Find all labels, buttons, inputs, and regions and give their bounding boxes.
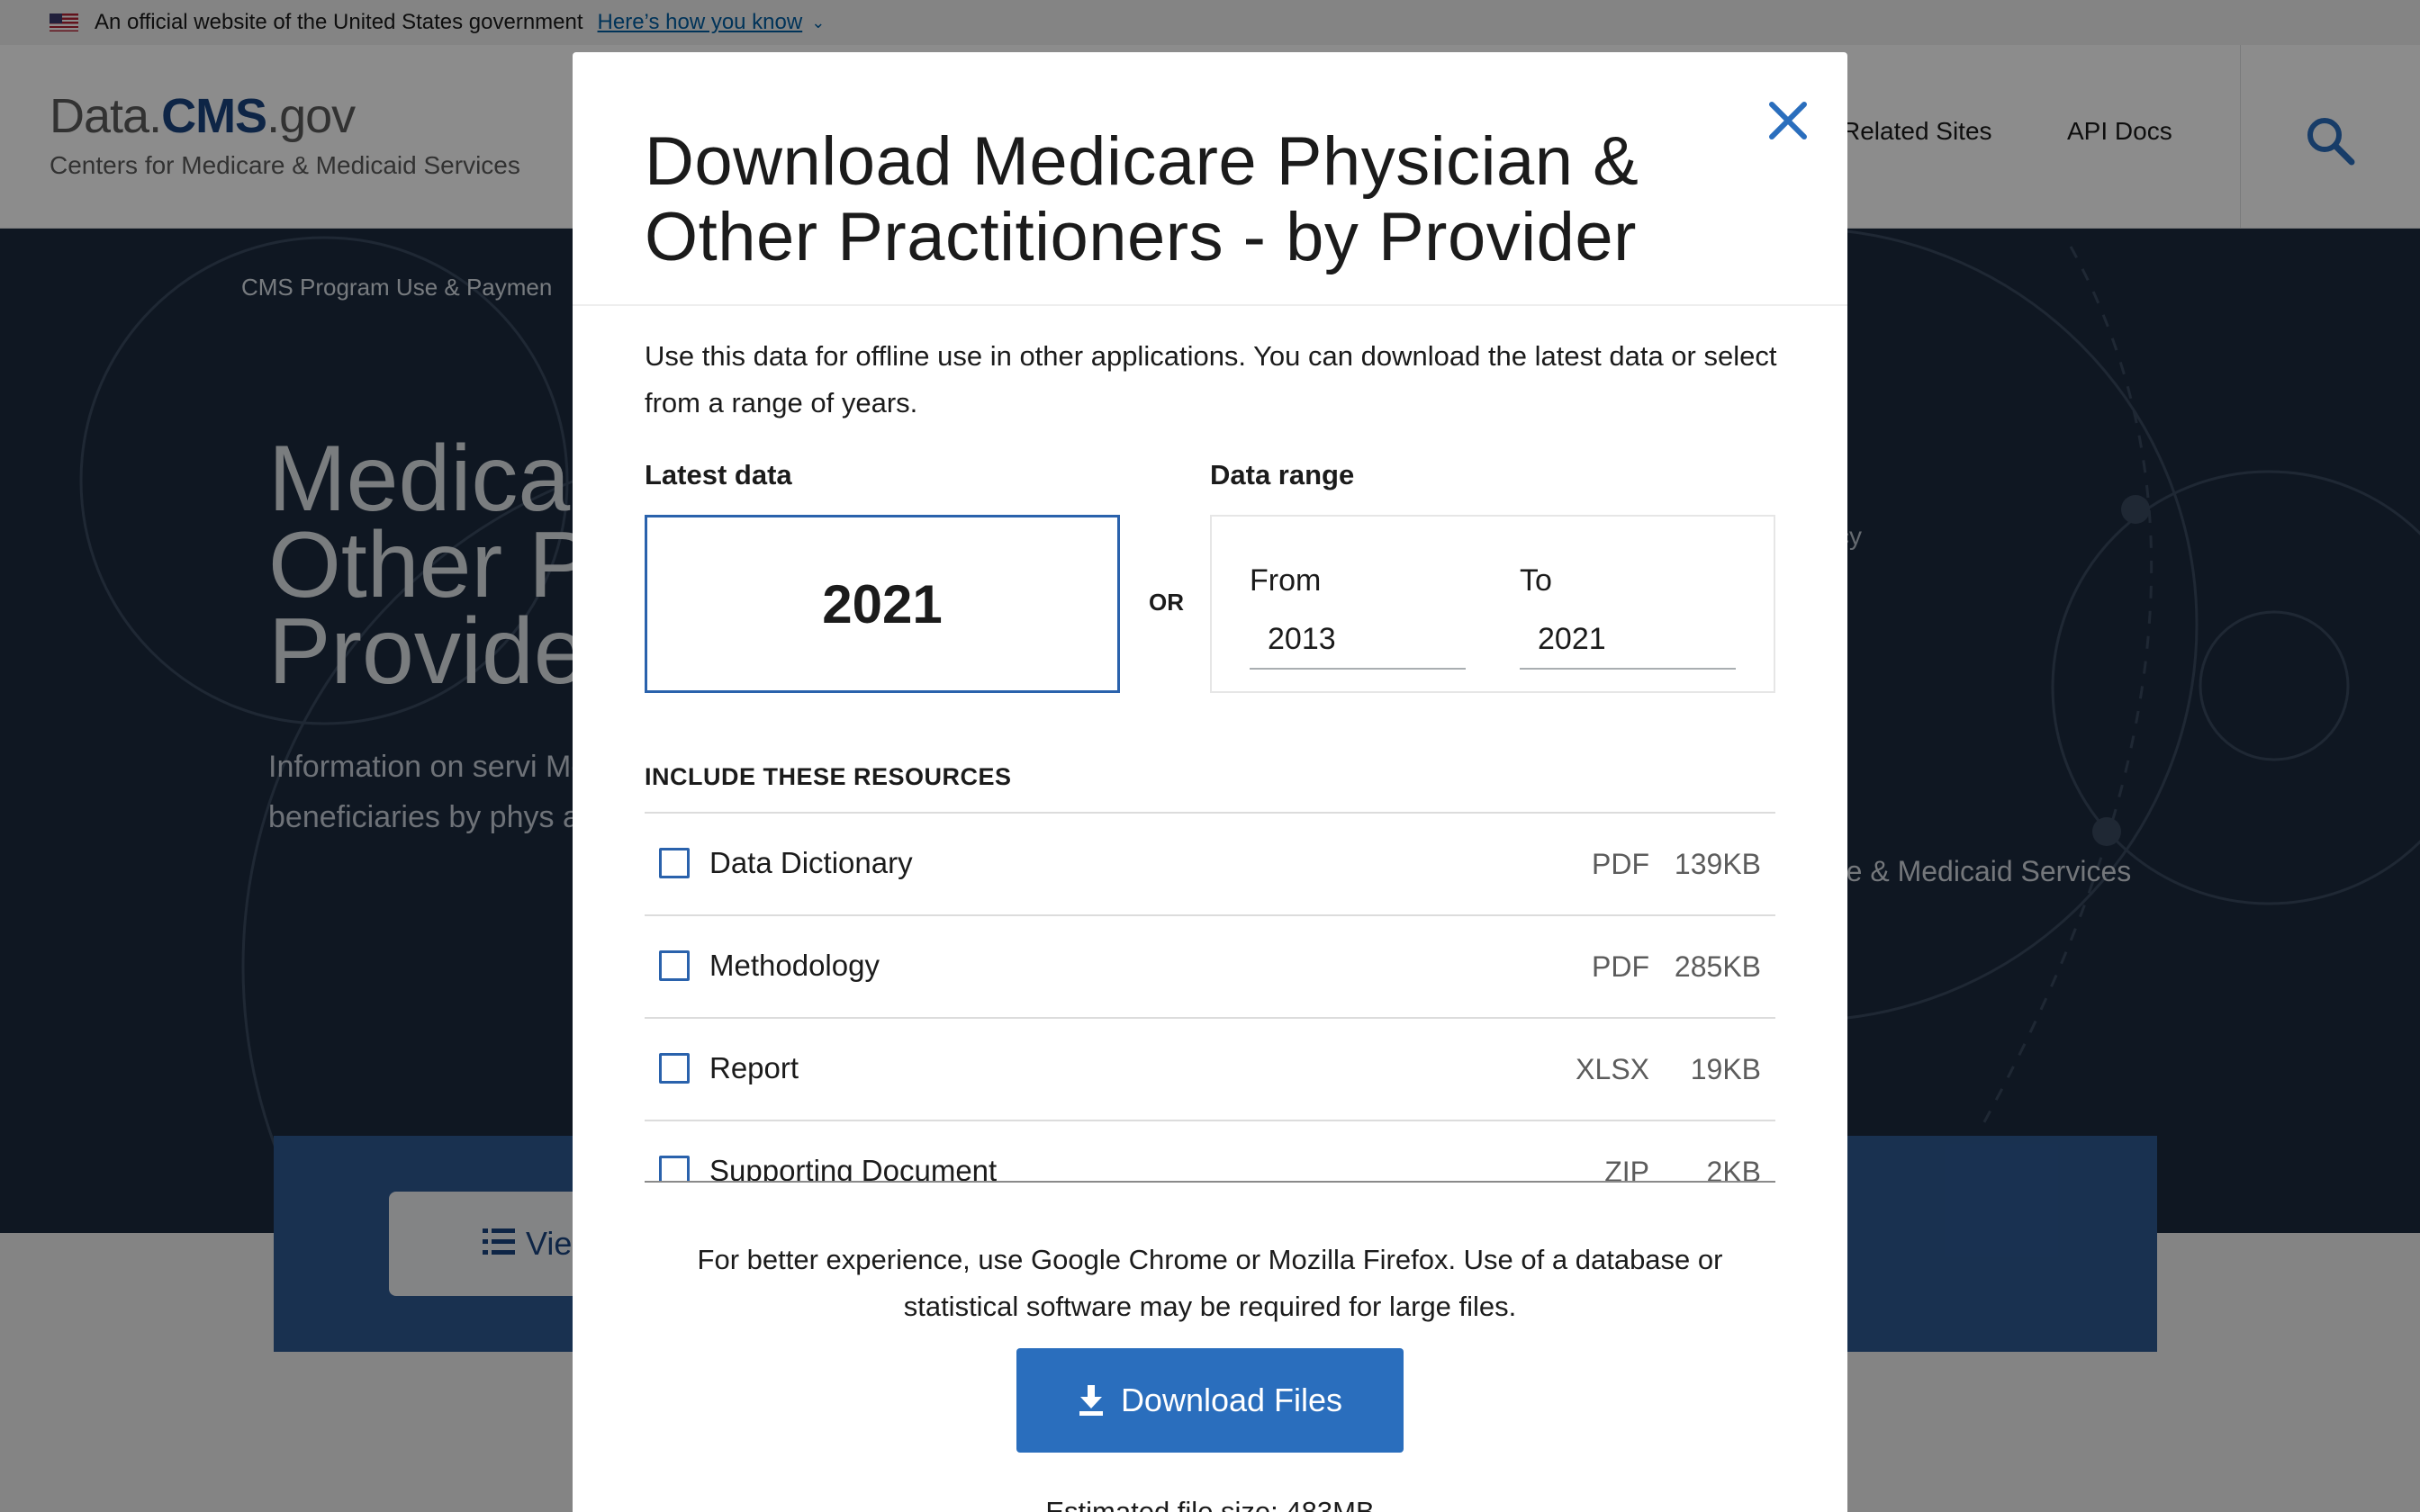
data-range-box: From To — [1210, 515, 1775, 693]
estimated-file-size: Estimated file size: 483MB — [1045, 1496, 1375, 1512]
from-label: From — [1250, 563, 1322, 598]
resource-type: XLSX — [1576, 1053, 1649, 1085]
resources-list[interactable]: Data Dictionary PDF 139KB Methodology PD… — [645, 812, 1775, 1183]
resource-row: Report XLSX 19KB — [645, 1019, 1775, 1121]
resources-heading: INCLUDE THESE RESOURCES — [645, 763, 1012, 790]
resource-checkbox[interactable] — [659, 1053, 690, 1084]
resource-type: PDF — [1592, 950, 1649, 983]
or-separator: OR — [1149, 589, 1184, 616]
resource-checkbox[interactable] — [659, 848, 690, 878]
resource-name: Methodology — [709, 949, 880, 982]
latest-data-label: Latest data — [645, 459, 792, 490]
resource-type: PDF — [1592, 848, 1649, 880]
resource-name: Supporting Document — [709, 1154, 998, 1183]
resource-row: Supporting Document ZIP 2KB — [645, 1121, 1775, 1183]
resource-row: Data Dictionary PDF 139KB — [645, 814, 1775, 916]
latest-data-option[interactable]: 2021 — [645, 515, 1120, 693]
download-files-label: Download Files — [1120, 1382, 1343, 1418]
resource-size: 2KB — [1706, 1156, 1761, 1183]
resource-row: Methodology PDF 285KB — [645, 916, 1775, 1019]
resource-name: Data Dictionary — [709, 846, 913, 879]
resource-type: ZIP — [1604, 1156, 1649, 1183]
resource-size: 139KB — [1674, 848, 1761, 880]
resource-checkbox[interactable] — [659, 1156, 690, 1181]
download-icon — [1079, 1385, 1103, 1416]
resource-size: 285KB — [1674, 950, 1761, 983]
close-icon[interactable] — [1761, 94, 1815, 148]
data-range-label: Data range — [1210, 459, 1355, 490]
resource-size: 19KB — [1690, 1053, 1761, 1085]
download-files-button[interactable]: Download Files — [1016, 1348, 1404, 1453]
download-modal: Download Medicare Physician & Other Prac… — [573, 52, 1847, 1512]
browser-note: For better experience, use Google Chrome… — [697, 1244, 1723, 1322]
resource-name: Report — [709, 1051, 799, 1084]
modal-title: Download Medicare Physician & Other Prac… — [645, 123, 1639, 275]
modal-divider — [573, 304, 1847, 306]
modal-intro: Use this data for offline use in other a… — [645, 340, 1777, 418]
from-year-select[interactable] — [1250, 610, 1466, 670]
resource-checkbox[interactable] — [659, 950, 690, 981]
to-year-select[interactable] — [1520, 610, 1736, 670]
to-label: To — [1520, 563, 1552, 598]
